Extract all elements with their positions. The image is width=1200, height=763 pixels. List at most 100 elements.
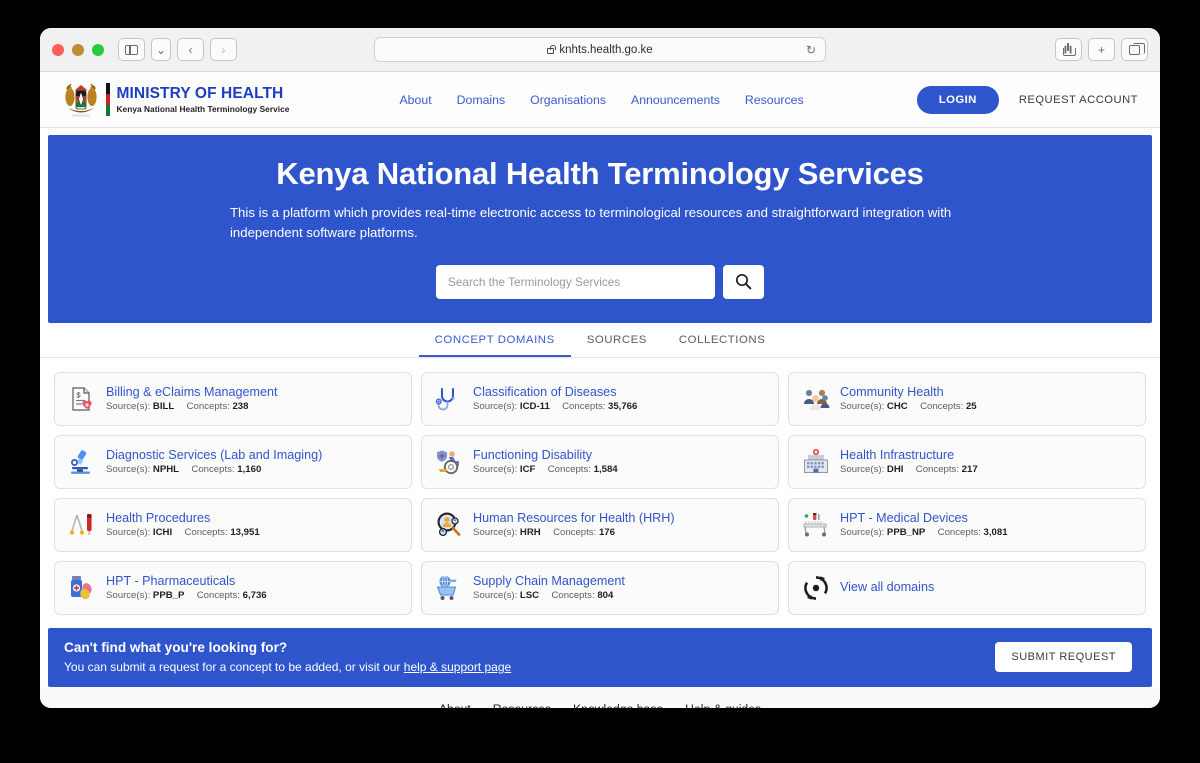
domain-meta: Source(s): PPB_P Concepts: 6,736: [106, 590, 267, 601]
domain-concepts: 6,736: [242, 590, 267, 602]
domain-concepts: 176: [598, 527, 615, 539]
domain-card-classification-of-diseases[interactable]: Classification of Diseases Source(s): IC…: [421, 371, 779, 426]
sidebar-toggle-button[interactable]: [118, 38, 145, 61]
login-button[interactable]: LOGIN: [916, 85, 999, 114]
domain-card-diagnostic-services[interactable]: Diagnostic Services (Lab and Imaging) So…: [54, 434, 412, 489]
domain-card-supply-chain-management[interactable]: Supply Chain Management Source(s): LSC C…: [421, 560, 779, 615]
back-chevron-icon: ‹: [188, 42, 193, 57]
site-footer: About Resources Knowledge base Help & gu…: [40, 686, 1160, 708]
close-window-button[interactable]: [52, 43, 64, 56]
share-button[interactable]: [1055, 38, 1082, 61]
domain-concepts: 217: [961, 464, 978, 476]
domain-card-billing-eclaims[interactable]: $ Billing & eClaims Management Source(s)…: [54, 371, 412, 426]
view-all-domains-card[interactable]: View all domains: [788, 560, 1146, 615]
footer-link-resources[interactable]: Resources: [493, 702, 551, 708]
browser-titlebar: ⌄ ‹ › knhts.health.go.ke ↻ +: [40, 28, 1160, 72]
domain-source: HRH: [519, 527, 541, 539]
minimize-window-button[interactable]: [72, 43, 84, 56]
domain-card-health-infrastructure[interactable]: Health Infrastructure Source(s): DHI Con…: [788, 434, 1146, 489]
concepts-label: Concepts:: [553, 527, 597, 539]
help-support-link[interactable]: help & support page: [404, 660, 511, 674]
nav-item-announcements[interactable]: Announcements: [631, 93, 720, 107]
search-button[interactable]: [723, 264, 764, 299]
concepts-label: Concepts:: [184, 527, 228, 539]
domain-title: Human Resources for Health (HRH): [473, 510, 675, 525]
tab-concept-domains[interactable]: CONCEPT DOMAINS: [418, 323, 571, 357]
header-actions: LOGIN REQUEST ACCOUNT: [916, 85, 1138, 114]
domain-concepts: 804: [597, 590, 614, 602]
concepts-label: Concepts:: [547, 464, 591, 476]
concepts-label: Concepts:: [915, 464, 959, 476]
domain-card-health-procedures[interactable]: Health Procedures Source(s): ICHI Concep…: [54, 497, 412, 552]
refresh-circle-icon: [801, 573, 831, 603]
wheelchair-icon: [434, 447, 464, 477]
domain-concepts: 3,081: [983, 527, 1008, 539]
sources-label: Source(s):: [473, 464, 518, 476]
concepts-label: Concepts:: [186, 401, 230, 413]
hero-banner: Kenya National Health Terminology Servic…: [48, 135, 1152, 323]
back-button[interactable]: ‹: [177, 38, 204, 61]
domain-meta: Source(s): LSC Concepts: 804: [473, 590, 625, 601]
sources-label: Source(s):: [840, 464, 885, 476]
tab-sources[interactable]: SOURCES: [571, 323, 663, 357]
nav-item-domains[interactable]: Domains: [457, 93, 506, 107]
domain-card-hpt-pharmaceuticals[interactable]: HPT - Pharmaceuticals Source(s): PPB_P C…: [54, 560, 412, 615]
view-all-domains-label: View all domains: [840, 580, 935, 595]
sources-label: Source(s):: [106, 590, 151, 602]
domain-concepts: 25: [965, 401, 977, 413]
domain-card-community-health[interactable]: Community Health Source(s): CHC Concepts…: [788, 371, 1146, 426]
microscope-icon: [67, 447, 97, 477]
search-input[interactable]: [436, 264, 715, 299]
domain-meta: Source(s): HRH Concepts: 176: [473, 527, 675, 538]
address-bar[interactable]: knhts.health.go.ke ↻: [374, 37, 826, 62]
shopping-cart-icon: [434, 573, 464, 603]
domain-source: LSC: [519, 590, 540, 602]
footer-link-help-guides[interactable]: Help & guides: [685, 702, 761, 708]
domain-title: Diagnostic Services (Lab and Imaging): [106, 447, 323, 462]
domain-concepts: 35,766: [608, 401, 638, 413]
nav-item-organisations[interactable]: Organisations: [530, 93, 606, 107]
maximize-window-button[interactable]: [92, 43, 104, 56]
domain-card-hpt-medical-devices[interactable]: HPT - Medical Devices Source(s): PPB_NP …: [788, 497, 1146, 552]
chevron-down-icon: ⌄: [155, 42, 167, 57]
tab-collections[interactable]: COLLECTIONS: [663, 323, 781, 357]
person-search-icon: [434, 510, 464, 540]
domain-title: Health Procedures: [106, 510, 211, 525]
domain-source: CHC: [886, 401, 908, 413]
reload-icon[interactable]: ↻: [806, 43, 816, 57]
page-viewport: MINISTRY OF HEALTH Kenya National Health…: [40, 72, 1160, 708]
nav-item-about[interactable]: About: [399, 93, 431, 107]
domain-source: PPB_NP: [886, 527, 926, 539]
new-tab-button[interactable]: +: [1088, 38, 1115, 61]
site-header: MINISTRY OF HEALTH Kenya National Health…: [40, 72, 1160, 128]
content-tabs: CONCEPT DOMAINS SOURCES COLLECTIONS: [40, 322, 1160, 358]
submit-request-button[interactable]: SUBMIT REQUEST: [995, 642, 1132, 673]
sources-label: Source(s):: [106, 527, 151, 539]
address-bar-url: knhts.health.go.ke: [559, 43, 653, 56]
main-navigation: About Domains Organisations Announcement…: [399, 93, 803, 107]
brand-logo[interactable]: MINISTRY OF HEALTH Kenya National Health…: [63, 81, 289, 119]
tab-overview-button[interactable]: [1121, 38, 1148, 61]
request-account-link[interactable]: REQUEST ACCOUNT: [1019, 94, 1138, 106]
cta-title: Can't find what you're looking for?: [64, 640, 288, 656]
sources-label: Source(s):: [473, 527, 518, 539]
domain-grid-container: $ Billing & eClaims Management Source(s)…: [40, 357, 1160, 615]
brand-title: MINISTRY OF HEALTH: [116, 85, 284, 103]
domain-card-human-resources-for-health[interactable]: Human Resources for Health (HRH) Source(…: [421, 497, 779, 552]
domain-concepts: 1,584: [593, 464, 618, 476]
sidebar-dropdown-button[interactable]: ⌄: [151, 38, 171, 61]
sources-label: Source(s):: [106, 464, 151, 476]
domain-title: HPT - Medical Devices: [840, 510, 968, 525]
cta-subtitle: You can submit a request for a concept t…: [64, 660, 511, 674]
footer-link-knowledge-base[interactable]: Knowledge base: [573, 702, 663, 708]
domain-title: Functioning Disability: [473, 447, 592, 462]
nav-item-resources[interactable]: Resources: [745, 93, 804, 107]
stethoscope-icon: [434, 384, 464, 414]
window-controls: [52, 43, 104, 56]
brand-subtitle: Kenya National Health Terminology Servic…: [116, 103, 290, 114]
domain-card-functioning-disability[interactable]: Functioning Disability Source(s): ICF Co…: [421, 434, 779, 489]
cta-text: You can submit a request for a concept t…: [64, 660, 404, 675]
footer-link-about[interactable]: About: [439, 702, 471, 708]
browser-window: ⌄ ‹ › knhts.health.go.ke ↻ + MINISTRY OF…: [40, 28, 1160, 708]
forward-button[interactable]: ›: [210, 38, 237, 61]
